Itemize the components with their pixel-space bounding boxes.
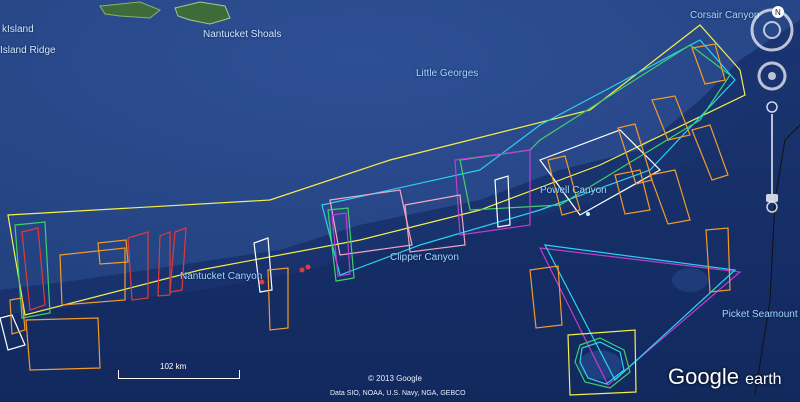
sample-point [586,212,590,216]
google-earth-logo: Google earth [668,364,782,390]
sample-point [305,264,311,270]
label-nantucket-canyon: Nantucket Canyon [180,271,263,282]
data-attribution: Data SIO, NOAA, U.S. Navy, NGA, GEBCO [330,390,466,397]
brand-google: Google [668,364,739,389]
compass-letter: N [775,8,781,17]
zoom-out-icon[interactable] [766,201,778,213]
navigation-controls[interactable]: N [748,4,796,214]
map-canvas[interactable] [0,0,800,402]
zoom-slider-handle[interactable] [766,194,778,202]
copyright-text: © 2013 Google [368,374,422,383]
label-nantucket-shoals: Nantucket Shoals [203,29,282,40]
scale-bar [118,370,240,379]
zoom-in-icon[interactable] [766,101,778,113]
move-joystick-icon[interactable] [768,72,776,80]
label-little-georges: Little Georges [416,68,479,79]
brand-earth: earth [745,371,782,388]
label-powell-canyon: Powell Canyon [540,185,607,196]
label-clipper-canyon: Clipper Canyon [390,252,459,263]
sample-point [299,267,305,273]
seamount-shape [577,349,623,381]
map-view[interactable]: kIsland Island Ridge Nantucket Shoals Li… [0,0,800,402]
label-picket-seamount: Picket Seamount [722,309,798,320]
label-island: kIsland [2,24,34,35]
scale-label: 102 km [160,362,187,371]
look-joystick[interactable] [763,21,781,39]
look-ring[interactable] [750,8,794,52]
picket-seamount-shape [672,268,708,292]
label-island-ridge: Island Ridge [0,45,56,56]
